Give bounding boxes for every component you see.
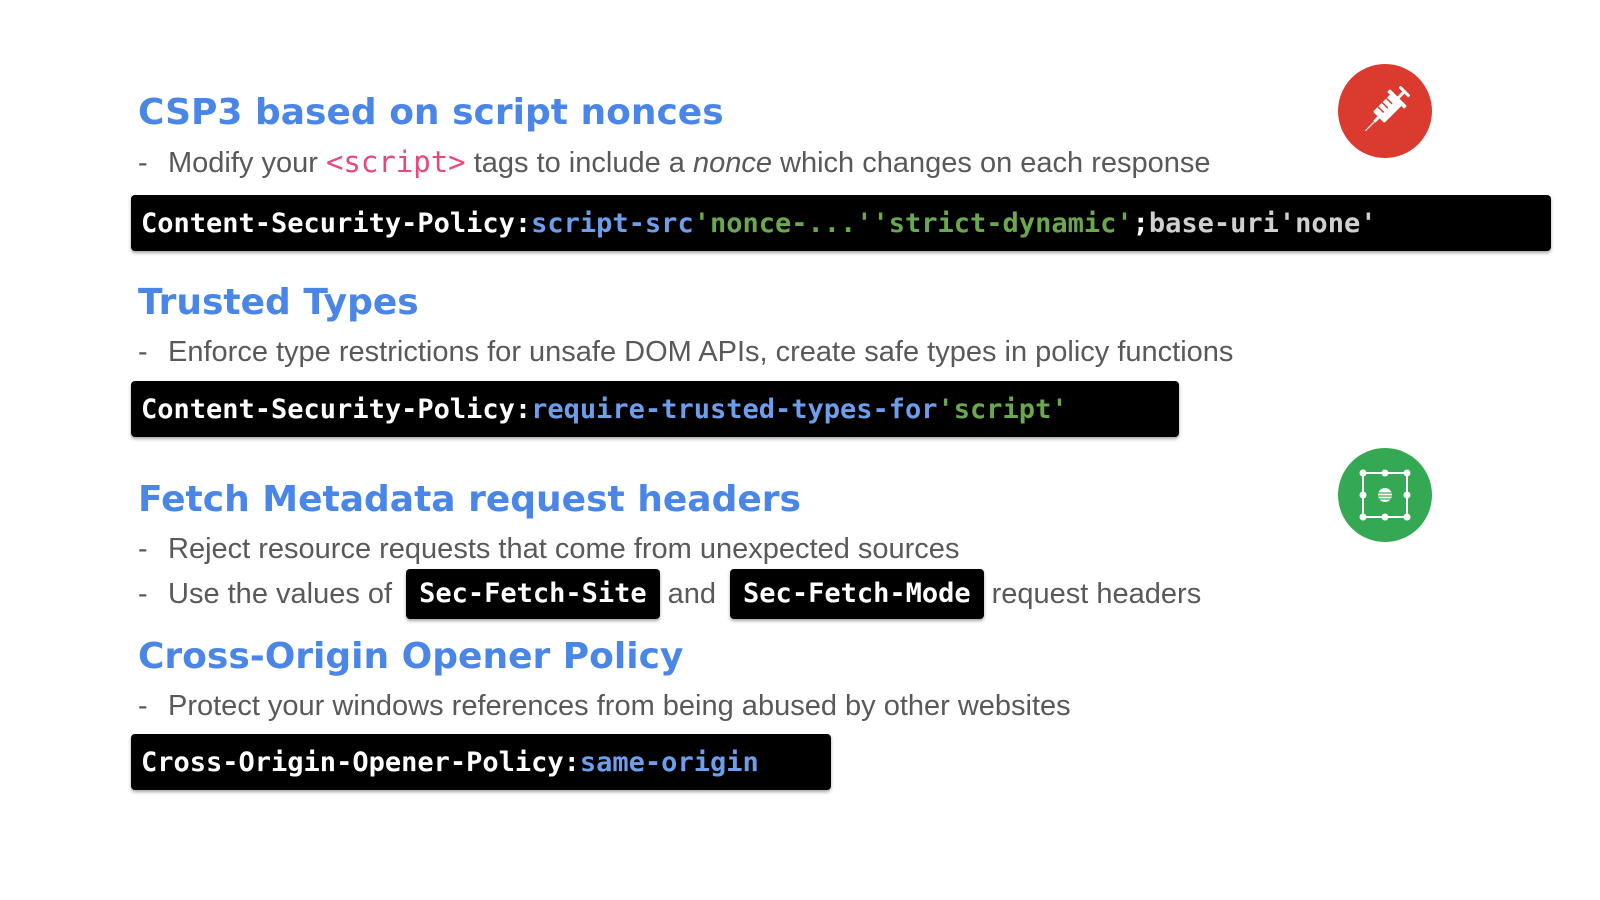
trusted-types-heading: Trusted Types — [138, 282, 419, 323]
selection-frame-badge — [1338, 448, 1432, 542]
nonce-italic: nonce — [692, 147, 772, 179]
fetch-metadata-bullet-2-middle: and — [667, 578, 717, 610]
trusted-types-bullet-text: Enforce type restrictions for unsafe DOM… — [168, 336, 1234, 368]
trusted-types-bullet: - Enforce type restrictions for unsafe DO… — [138, 334, 1233, 370]
tt-header-name: Content-Security-Policy: — [141, 393, 532, 425]
csp-semicolon: ; — [1132, 207, 1149, 239]
csp-code-block: Content-Security-Policy: script-src 'non… — [131, 195, 1551, 251]
csp-nonce-value: 'nonce-...' — [693, 207, 873, 239]
coop-value: same-origin — [579, 746, 759, 778]
coop-bullet: - Protect your windows references from be… — [138, 688, 1071, 724]
fetch-metadata-bullet-1-text: Reject resource requests that come from … — [168, 533, 960, 565]
sec-fetch-mode-code: Sec-Fetch-Mode — [730, 569, 984, 619]
coop-header-name: Cross-Origin-Opener-Policy: — [141, 746, 580, 778]
trusted-types-code-block: Content-Security-Policy: require-trusted… — [131, 381, 1179, 437]
csp-bullet-text-middle: tags to include a — [465, 147, 693, 179]
bullet-dash: - — [138, 336, 148, 368]
fetch-metadata-bullet-1: - Reject resource requests that come from… — [138, 531, 959, 567]
csp-none-value: 'none' — [1278, 207, 1377, 239]
syringe-icon — [1364, 85, 1411, 132]
bullet-dash: - — [138, 147, 148, 179]
tt-directive: require-trusted-types-for — [531, 393, 938, 425]
bullet-dash: - — [138, 578, 148, 610]
selection-frame-icon — [1359, 469, 1411, 521]
fetch-metadata-bullet-2-before: Use the values of — [168, 578, 393, 610]
bullet-dash: - — [138, 533, 148, 565]
fetch-metadata-bullet-2: - Use the values of Sec-Fetch-Site and Sec-F… — [138, 568, 1201, 620]
csp-directive: script-src — [531, 207, 694, 239]
csp-base-uri: base-uri — [1148, 207, 1279, 239]
csp-header-name: Content-Security-Policy: — [141, 207, 532, 239]
tt-value: 'script' — [937, 393, 1068, 425]
syringe-badge — [1338, 64, 1432, 158]
bullet-dash: - — [138, 690, 148, 722]
script-tag-code: <script> — [325, 145, 466, 179]
fetch-metadata-bullet-2-after: request headers — [991, 578, 1202, 610]
csp-strict-dynamic: 'strict-dynamic' — [872, 207, 1133, 239]
coop-bullet-text: Protect your windows references from bei… — [168, 690, 1071, 722]
csp-bullet-text-after: which changes on each response — [771, 147, 1211, 179]
csp-bullet: - Modify your <script> tags to include a … — [138, 144, 1211, 181]
csp-heading: CSP3 based on script nonces — [138, 92, 724, 133]
coop-code-block: Cross-Origin-Opener-Policy: same-origin — [131, 734, 831, 790]
sec-fetch-site-code: Sec-Fetch-Site — [406, 569, 660, 619]
coop-heading: Cross-Origin Opener Policy — [138, 636, 684, 677]
csp-bullet-text-before: Modify your — [168, 147, 326, 179]
fetch-metadata-heading: Fetch Metadata request headers — [138, 479, 801, 520]
